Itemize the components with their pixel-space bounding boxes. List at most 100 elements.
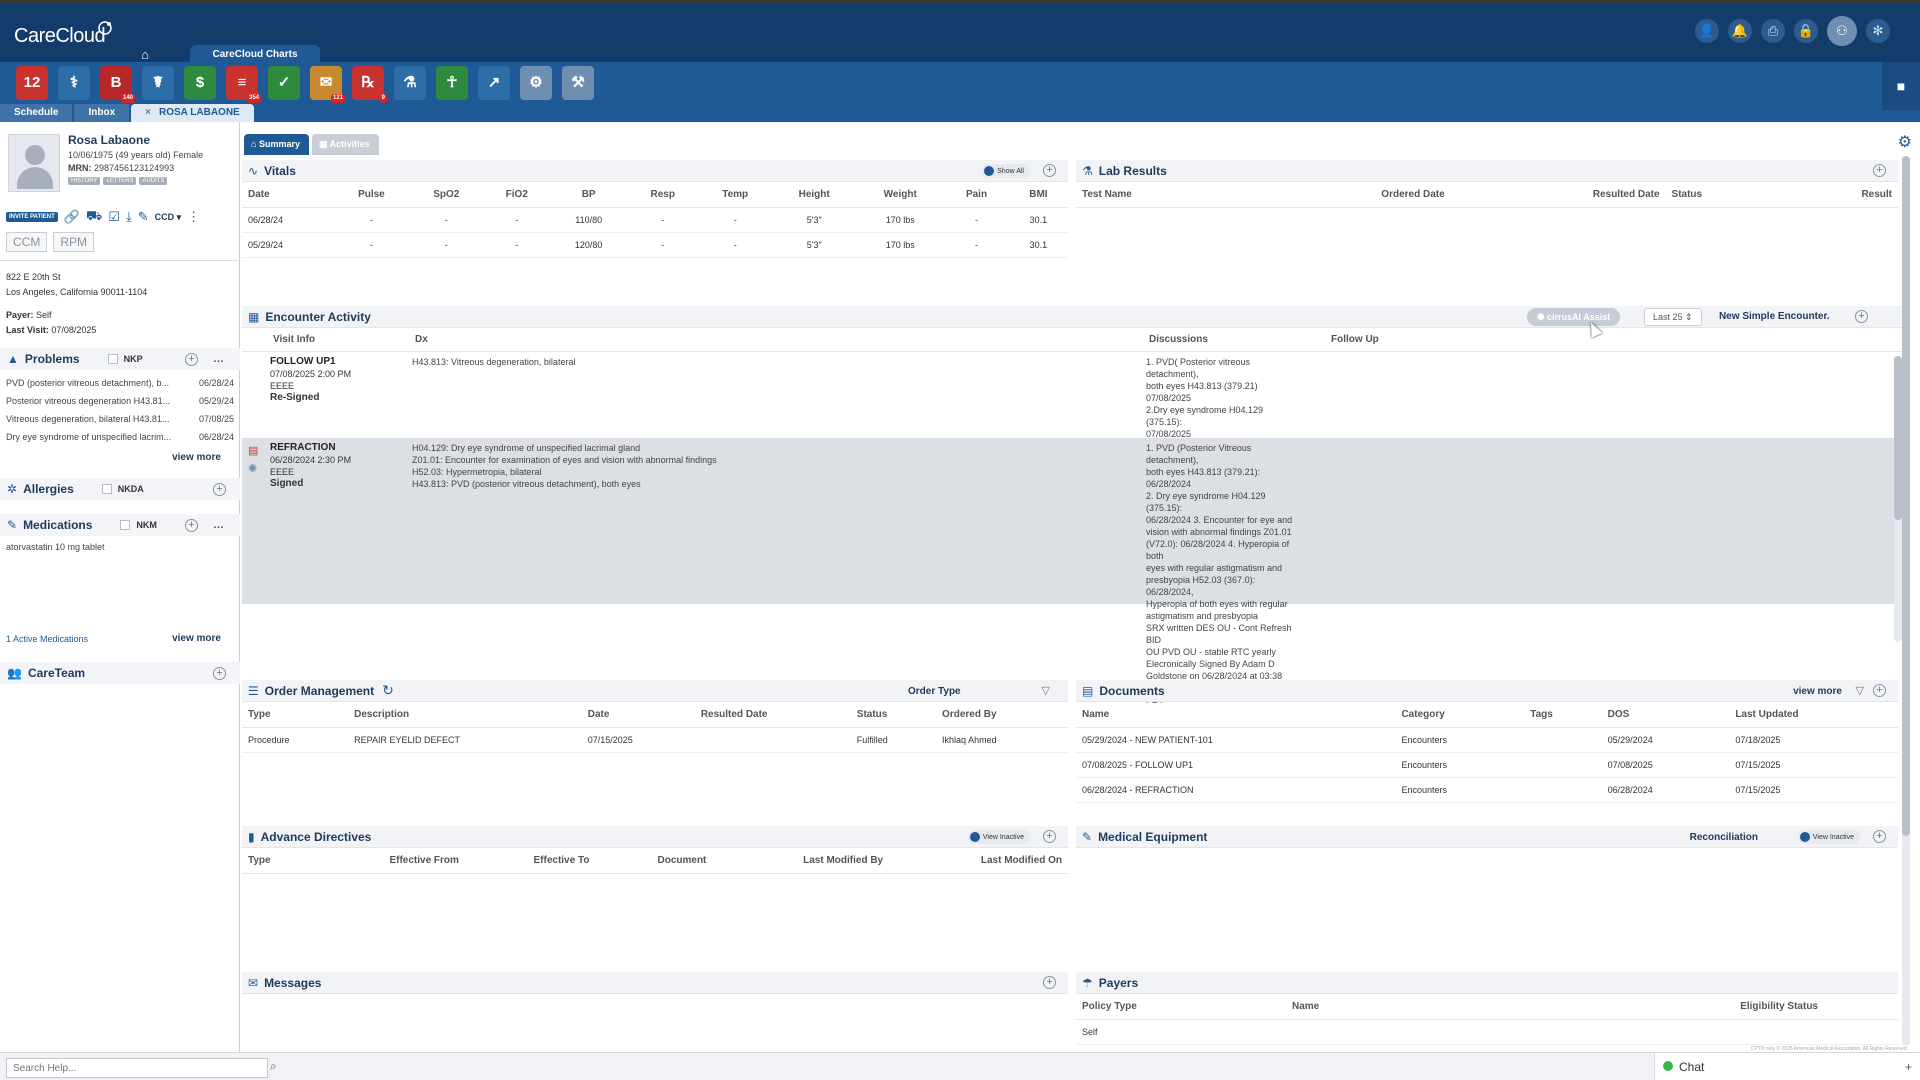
carecloud-logo[interactable]: CareCloud	[14, 25, 106, 48]
ai-sparkle-icon[interactable]: ✺	[248, 462, 257, 475]
settings-gear-icon[interactable]: ✻	[1866, 19, 1890, 43]
problems-view-more-link[interactable]: view more	[172, 452, 221, 463]
expand-chat-icon[interactable]: +	[1905, 1053, 1912, 1080]
network-icon[interactable]: ⚇	[1827, 16, 1857, 46]
medication-item[interactable]: atorvastatin 10 mg tablet	[6, 542, 105, 552]
page-scrollbar[interactable]	[1902, 156, 1910, 1046]
add-equipment-icon[interactable]: +	[1873, 830, 1886, 843]
tab-schedule[interactable]: Schedule	[0, 104, 73, 122]
download-icon[interactable]: ⤓	[126, 209, 132, 225]
inbox-b-icon[interactable]: B 140	[100, 66, 135, 103]
add-message-icon[interactable]: +	[1043, 976, 1056, 989]
tab-inbox[interactable]: Inbox	[74, 104, 130, 122]
ccd-dropdown[interactable]: CCD ▾	[155, 212, 182, 223]
tab-patient[interactable]: × ROSA LABAONE	[131, 104, 254, 122]
problem-item[interactable]: Vitreous degeneration, bilateral H43.81.…	[6, 410, 234, 428]
problem-item[interactable]: Dry eye syndrome of unspecified lacrim..…	[6, 428, 234, 446]
add-allergy-icon[interactable]: +	[213, 482, 226, 496]
tree-icon[interactable]: ☥	[436, 66, 468, 100]
cart-icon[interactable]: ⛟	[86, 208, 102, 226]
table-row[interactable]: 07/08/2025 - FOLLOW UP1 Encounters 07/08/2…	[1076, 752, 1898, 778]
add-medication-icon[interactable]: +	[185, 518, 198, 532]
medications-view-more-link[interactable]: view more	[172, 633, 221, 644]
lock-icon[interactable]: 🔒	[1794, 19, 1818, 43]
active-medications-count[interactable]: 1 Active Medications	[6, 634, 88, 644]
video-camera-icon[interactable]: ■	[1882, 62, 1920, 110]
table-row[interactable]: 06/28/2024 - REFRACTION Encounters 06/28/2…	[1076, 777, 1898, 803]
analytics-icon[interactable]: ↗	[478, 66, 510, 100]
add-careteam-icon[interactable]: +	[213, 666, 226, 680]
billing-dollar-icon[interactable]: $	[184, 66, 216, 100]
patient-avatar[interactable]	[8, 134, 60, 192]
settings-icon[interactable]: ⚙	[520, 66, 552, 100]
notification-bell-icon[interactable]: 🔔	[1728, 19, 1752, 43]
edit-icon[interactable]: ✎	[138, 209, 149, 225]
encounter-scrollbar-thumb[interactable]	[1894, 356, 1902, 520]
tools-icon[interactable]: ⚒	[562, 66, 594, 100]
column-header: Weight	[856, 182, 945, 208]
more-options-icon[interactable]: …	[213, 353, 224, 365]
add-lab-result-icon[interactable]: +	[1873, 164, 1886, 177]
calendar-icon[interactable]: 12	[16, 66, 48, 100]
table-row[interactable]: 06/28/24- - -110/80- -5'3" 170 lbs -30.1	[242, 207, 1068, 233]
link-icon[interactable]: 🔗	[64, 209, 80, 225]
view-inactive-toggle[interactable]: View Inactive	[1797, 830, 1860, 844]
table-row[interactable]: 05/29/2024 - NEW PATIENT-101 Encounters 05…	[1076, 727, 1898, 753]
reconciliation-link[interactable]: Reconciliation	[1690, 832, 1758, 843]
help-search-input[interactable]	[6, 1058, 268, 1078]
nkm-checkbox[interactable]	[120, 520, 131, 530]
order-type-filter[interactable]: Order Type	[908, 686, 961, 697]
more-vertical-icon[interactable]: ⋮	[187, 209, 200, 225]
close-tab-icon[interactable]: ×	[145, 107, 151, 118]
add-document-icon[interactable]: +	[1873, 684, 1886, 697]
refresh-icon[interactable]: ↻	[382, 682, 394, 699]
search-icon[interactable]: ⌕	[270, 1059, 277, 1074]
new-simple-encounter-button[interactable]: New Simple Encounter.	[1719, 311, 1830, 322]
tab-activities[interactable]: ▦ Activities	[311, 134, 379, 155]
problem-item[interactable]: Posterior vitreous degeneration H43.81..…	[6, 392, 234, 410]
report-icon[interactable]: ≡ 354	[226, 66, 261, 103]
checklist-icon[interactable]: ☑	[108, 209, 120, 225]
filter-icon[interactable]: ▽	[1856, 684, 1864, 697]
history-tag[interactable]: HISTORY	[68, 177, 101, 185]
rx-icon[interactable]: ℞ 9	[352, 66, 387, 103]
encounter-row[interactable]: ▤ ✺ REFRACTION 06/28/2024 2:30 PM EEEE Signed…	[242, 438, 1898, 705]
letters-tag[interactable]: LETTERS	[103, 177, 137, 185]
printer-icon[interactable]: ⎙	[1761, 19, 1785, 43]
stethoscope-icon[interactable]: ☤	[142, 66, 174, 100]
rpm-button[interactable]: RPM	[53, 232, 94, 252]
add-encounter-icon[interactable]: +	[1855, 310, 1868, 323]
nkp-checkbox[interactable]	[107, 354, 118, 364]
invite-patient-button[interactable]: INVITE PATIENT	[6, 212, 58, 222]
nkda-checkbox[interactable]	[101, 484, 112, 494]
table-row[interactable]: 05/29/24- - -120/80- -5'3" 170 lbs -30.1	[242, 232, 1068, 258]
problem-item[interactable]: PVD (posterior vitreous detachment), b..…	[6, 374, 234, 392]
view-inactive-toggle[interactable]: View Inactive	[967, 830, 1030, 844]
show-all-toggle[interactable]: Show All	[982, 164, 1030, 178]
more-options-icon[interactable]: …	[213, 519, 224, 531]
ccm-button[interactable]: CCM	[6, 232, 48, 252]
pdf-icon[interactable]: ▤	[248, 444, 258, 457]
audits-tag[interactable]: AUDITS	[139, 177, 168, 185]
cirrusai-assist-button[interactable]: ✺ cirrusAI Assist	[1527, 308, 1621, 326]
last-25-select[interactable]: Last 25 ⇕	[1644, 308, 1702, 326]
page-settings-gear-icon[interactable]: ⚙	[1898, 132, 1912, 152]
lab-icon[interactable]: ⚗	[394, 66, 426, 100]
chat-widget[interactable]: Chat +	[1654, 1053, 1920, 1080]
checkmark-icon[interactable]: ✓	[268, 66, 300, 100]
mail-icon[interactable]: ✉ 121	[310, 66, 345, 103]
table-row[interactable]: Procedure REPAIR EYELID DEFECT 07/15/2025 F…	[242, 727, 1068, 753]
table-row[interactable]: Self	[1076, 1019, 1898, 1045]
encounter-scrollbar[interactable]	[1894, 356, 1902, 642]
encounter-row[interactable]: FOLLOW UP1 07/08/2025 2:00 PM EEEE Re-Signe…	[242, 352, 1898, 499]
clinic-icon[interactable]: ⚕	[58, 66, 90, 100]
add-vitals-icon[interactable]: +	[1043, 164, 1056, 177]
add-problem-icon[interactable]: +	[185, 352, 198, 366]
add-directive-icon[interactable]: +	[1043, 830, 1056, 843]
user-profile-icon[interactable]: 👤	[1695, 19, 1719, 43]
documents-view-more-link[interactable]: view more	[1793, 686, 1842, 697]
page-scrollbar-thumb[interactable]	[1902, 156, 1910, 836]
filter-icon[interactable]: ▽	[1042, 684, 1050, 697]
tab-summary[interactable]: ⌂ Summary	[244, 134, 309, 155]
table-cell: Ikhlaq Ahmed	[936, 727, 1068, 753]
